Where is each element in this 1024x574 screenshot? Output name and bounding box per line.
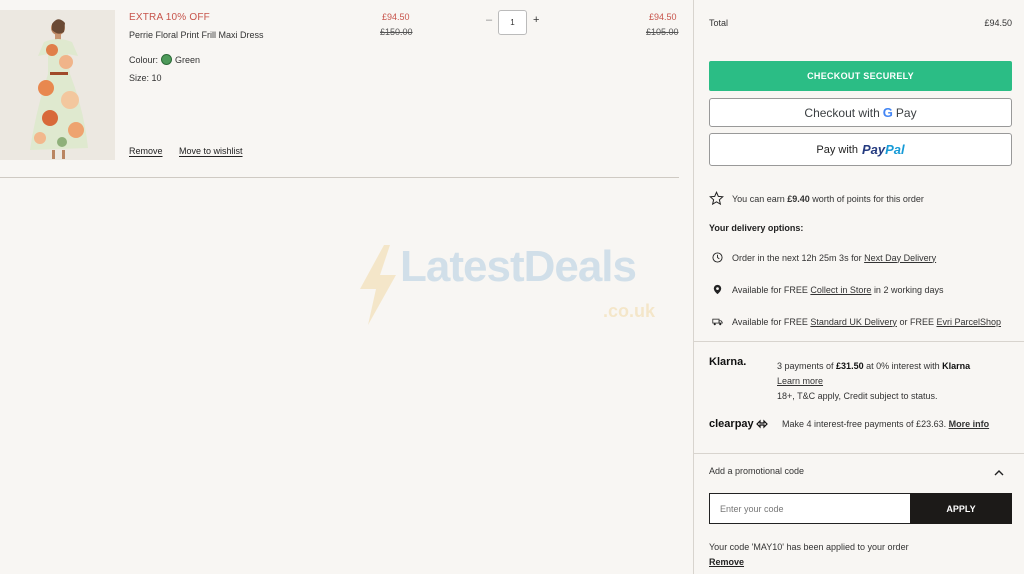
gpay-prefix: Checkout with	[804, 105, 880, 120]
promo-applied-message: Your code 'MAY10' has been applied to yo…	[709, 542, 909, 552]
quantity-input[interactable]: 1	[498, 10, 527, 35]
item-divider	[0, 177, 679, 178]
clearpay-more-info-link[interactable]: More info	[949, 419, 990, 429]
paypal-logo-pay: Pay	[861, 142, 886, 157]
unit-price: £94.50	[382, 12, 410, 22]
summary-divider	[694, 341, 1024, 342]
summary-divider	[694, 453, 1024, 454]
clearpay-arrows-icon	[755, 419, 768, 429]
points-prefix: You can earn	[732, 193, 785, 204]
colour-swatch-icon	[161, 54, 173, 65]
promo-code-input[interactable]	[709, 493, 911, 524]
google-g-icon: G	[882, 105, 893, 120]
clearpay-logo-text: clearpay	[709, 418, 754, 430]
watermark-text: LatestDeals	[400, 242, 637, 291]
watermark-subtext: .co.uk	[603, 301, 656, 321]
klarna-amount: £31.50	[836, 361, 864, 371]
collect-in-store-link[interactable]: Collect in Store	[810, 285, 871, 295]
delivery-2-suffix: in 2 working days	[873, 284, 944, 295]
delivery-options-title: Your delivery options:	[709, 223, 804, 233]
paypal-logo-pal: Pal	[885, 142, 905, 157]
klarna-logo: Klarna.	[709, 356, 747, 368]
delivery-option-next-day: Order in the next 12h 25m 3s for Next Da…	[712, 252, 936, 263]
paypal-prefix: Pay with	[816, 143, 858, 156]
delivery-3-text: Available for FREE Standard UK Delivery …	[732, 317, 1001, 327]
delivery-1-prefix: Order in the next 12h 25m 3s for	[732, 252, 862, 263]
total-value: £94.50	[984, 18, 1012, 28]
gpay-pay-text: Pay	[895, 105, 917, 120]
delivery-truck-icon	[712, 318, 723, 326]
clearpay-offer-text: Make 4 interest-free payments of £23.63.	[782, 419, 947, 429]
klarna-terms: 18+, T&C apply, Credit subject to status…	[777, 391, 938, 401]
klarna-prefix: 3 payments of	[777, 361, 834, 371]
colour-label: Colour:	[129, 54, 159, 65]
delivery-2-text: Available for FREE Collect in Store in 2…	[732, 285, 943, 295]
basket-items: EXTRA 10% OFF Perrie Floral Print Frill …	[0, 0, 693, 574]
total-label: Total	[709, 18, 729, 28]
points-value: £9.40	[787, 193, 810, 204]
colour-value: Green	[175, 54, 201, 65]
promo-code-header[interactable]: Add a promotional code	[709, 466, 804, 476]
klarna-mid: at 0% interest with	[866, 361, 940, 371]
standard-uk-delivery-link[interactable]: Standard UK Delivery	[810, 317, 897, 327]
delivery-option-collect: Available for FREE Collect in Store in 2…	[712, 284, 943, 295]
paypal-logo-icon: PayPal	[862, 142, 905, 157]
delivery-1-text: Order in the next 12h 25m 3s for Next Da…	[732, 253, 936, 263]
next-day-delivery-link[interactable]: Next Day Delivery	[864, 253, 936, 263]
product-colour: Colour: Green	[129, 54, 200, 65]
klarna-offer: 3 payments of £31.50 at 0% interest with…	[777, 359, 1012, 389]
quantity-increase-button[interactable]: +	[533, 14, 539, 26]
evri-parcelshop-link[interactable]: Evri ParcelShop	[936, 317, 1001, 327]
google-pay-button[interactable]: Checkout with G Pay	[709, 98, 1012, 127]
points-suffix: worth of points for this order	[812, 193, 924, 204]
delivery-3-mid: or FREE	[899, 316, 934, 327]
checkout-securely-button[interactable]: CHECKOUT SECURELY	[709, 61, 1012, 91]
apply-promo-button[interactable]: APPLY	[910, 493, 1012, 524]
delivery-option-standard: Available for FREE Standard UK Delivery …	[712, 316, 1001, 327]
delivery-2-prefix: Available for FREE	[732, 284, 808, 295]
klarna-brand: Klarna	[942, 361, 971, 371]
points-info: You can earn £9.40 worth of points for t…	[709, 191, 924, 206]
location-pin-icon	[713, 284, 722, 295]
line-total-price: £94.50	[649, 12, 677, 22]
remove-promo-link[interactable]: Remove	[709, 557, 744, 567]
product-name[interactable]: Perrie Floral Print Frill Maxi Dress	[129, 30, 264, 40]
product-size: Size: 10	[129, 73, 162, 83]
klarna-learn-more-link[interactable]: Learn more	[777, 376, 823, 386]
star-icon	[709, 191, 724, 206]
unit-original-price: £150.00	[380, 27, 413, 37]
latestdeals-watermark: LatestDeals .co.uk	[356, 242, 655, 325]
quantity-decrease-button[interactable]: –	[486, 14, 492, 26]
clearpay-offer: Make 4 interest-free payments of £23.63.…	[782, 419, 989, 429]
dress-photo-illustration	[0, 10, 115, 160]
extra-discount-badge: EXTRA 10% OFF	[129, 12, 210, 23]
clock-icon	[712, 252, 723, 263]
lightning-bolt-icon	[360, 245, 396, 325]
clearpay-logo: clearpay	[709, 418, 768, 430]
delivery-3-prefix: Available for FREE	[732, 316, 808, 327]
paypal-button[interactable]: Pay with PayPal	[709, 133, 1012, 166]
remove-item-link[interactable]: Remove	[129, 146, 163, 156]
move-to-wishlist-link[interactable]: Move to wishlist	[179, 146, 243, 156]
product-image[interactable]	[0, 10, 115, 160]
points-text: You can earn £9.40 worth of points for t…	[732, 194, 924, 204]
line-original-price: £105.00	[646, 27, 679, 37]
order-summary: Total £94.50 CHECKOUT SECURELY Checkout …	[693, 0, 1024, 574]
chevron-up-icon[interactable]	[994, 468, 1004, 478]
